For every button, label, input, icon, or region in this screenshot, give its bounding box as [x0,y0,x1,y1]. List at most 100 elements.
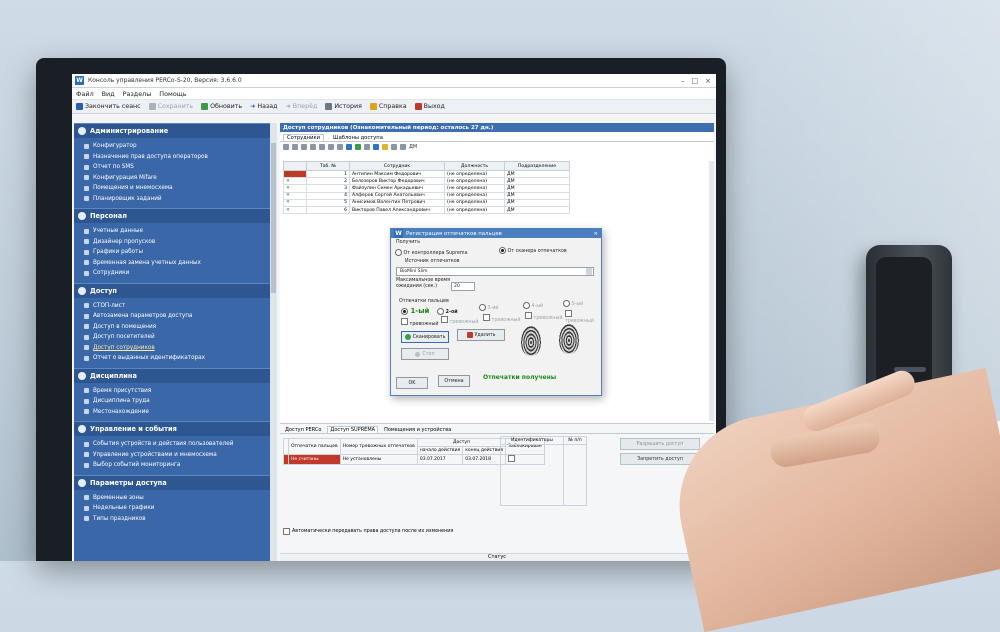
sidebar-item[interactable]: Конфигурация Mifare [84,173,270,184]
wait-input[interactable]: 20 [451,282,475,291]
grid-tool-icon[interactable] [337,144,343,150]
finger-3-radio[interactable]: 3-ий [479,304,499,311]
finger-1-radio[interactable]: 1-ый [401,307,429,315]
grid-tool-icon[interactable] [346,144,352,150]
sidebar-item[interactable]: Назначение прав доступа операторов [84,152,270,163]
sidebar-section-header[interactable]: Управление и события [74,421,270,436]
grant-access-button[interactable]: Разрешить доступ [620,438,700,450]
table-row[interactable]: ✕ 2 Белозеров Виктор Федорович (не определе… [283,177,570,186]
sidebar-section-header[interactable]: Администрирование [74,123,270,138]
grid-tool-icon[interactable] [301,144,307,150]
sidebar-item[interactable]: Время присутствия [84,386,270,397]
table-header-tabnum[interactable]: Таб. № [306,161,350,171]
dialog-close-icon[interactable]: × [593,231,601,237]
source-field[interactable]: BioMini Slim [396,267,594,276]
grid-tool-icon[interactable] [391,144,397,150]
sidebar-item[interactable]: Выбор событий мониторинга [84,460,270,471]
alarm-checkbox-3[interactable]: тревожный [483,314,520,323]
sidebar-item[interactable]: Доступ в помещения [84,322,270,333]
grid-tool-icon[interactable] [355,144,361,150]
lightning-icon[interactable] [382,144,388,150]
grid-tool-icon[interactable] [283,144,289,150]
tab-perco-access[interactable]: Доступ PERCo [283,427,323,433]
sidebar-section-header[interactable]: Доступ [74,282,270,298]
sidebar-item[interactable]: Конфигуратор [84,141,270,152]
sidebar-item[interactable]: Отчет о выданных идентификаторах [84,353,270,364]
sidebar-item[interactable]: Доступ сотрудников [84,343,270,354]
table-row[interactable]: ✕ 4 Алферов Сергей Анатольевич (не определе… [283,191,570,200]
sidebar-item[interactable]: Помещения и мнемосхема [84,183,270,194]
cancel-button[interactable]: Отмена [438,375,470,387]
refresh-button[interactable]: Обновить [201,103,242,110]
end-session-button[interactable]: Закончить сеанс [76,103,141,110]
sidebar-item[interactable]: Управление устройствами и мнемосхема [84,450,270,461]
close-icon[interactable]: × [705,77,711,85]
tab-access-templates[interactable]: Шаблоны доступа [330,135,386,141]
ok-button[interactable]: OK [396,377,428,389]
grid-tool-icon[interactable] [319,144,325,150]
alarm-checkbox-4[interactable]: тревожный [525,312,562,321]
sidebar-section-header[interactable]: Параметры доступа [74,474,270,490]
dropdown-icon[interactable] [586,268,592,275]
sidebar-item[interactable]: Недельные графики [84,503,270,514]
sidebar-item[interactable]: Доступ посетителей [84,332,270,343]
grid-tool-icon[interactable] [292,144,298,150]
arrow-right-icon[interactable] [373,144,379,150]
menu-file[interactable]: Файл [76,90,94,98]
sidebar-item[interactable]: Типы праздников [84,514,270,525]
sidebar-item[interactable]: Временные зоны [84,493,270,504]
menu-view[interactable]: Вид [102,90,115,98]
sidebar-item[interactable]: Временная замена учетных данных [84,258,270,269]
alarm-checkbox-2[interactable]: тревожный [441,316,478,325]
tab-rooms-devices[interactable]: Помещения и устройства [382,427,453,433]
menu-help[interactable]: Помощь [159,90,186,98]
sidebar-item[interactable]: Дисциплина труда [84,396,270,407]
table-row[interactable]: ✕ 6 Викторов Павел Александрович (не опреде… [283,205,570,215]
auto-transfer-row[interactable]: Автоматически передавать права доступа п… [283,528,453,535]
sidebar-scrollbar[interactable] [270,123,277,561]
forward-button[interactable]: ➜ Вперёд [286,103,318,110]
minimize-icon[interactable]: – [681,77,685,85]
scan-button[interactable]: Сканировать [401,331,449,343]
sidebar-item[interactable]: Дизайнер пропусков [84,237,270,248]
grid-tool-icon[interactable] [328,144,334,150]
sidebar-item[interactable]: Отчет по SMS [84,162,270,173]
tab-suprema-access[interactable]: Доступ SUPREMA [327,426,379,433]
grid-tool-icon[interactable] [364,144,370,150]
sidebar-item[interactable]: Учетные данные [84,226,270,237]
grid-tool-icon[interactable] [400,144,406,150]
history-button[interactable]: История [325,103,362,110]
table-header-position[interactable]: Должность [444,161,505,171]
deny-access-button[interactable]: Запретить доступ [620,453,700,465]
menu-sections[interactable]: Разделы [123,90,152,98]
sidebar-scroll-thumb[interactable] [271,143,276,293]
table-row[interactable]: ✕ 3 Файзулин Семен Аркадьевич (не определен… [283,184,570,193]
from-controller-radio[interactable]: От контроллера Suprema [395,249,468,256]
grid-tool-icon[interactable] [310,144,316,150]
delete-button[interactable]: Удалить [457,329,505,341]
sidebar-item[interactable]: События устройств и действия пользовател… [84,439,270,450]
finger-5-radio[interactable]: 5-ый [563,300,583,307]
sidebar-item[interactable]: СТОП-лист [84,301,270,312]
exit-button[interactable]: Выход [414,103,445,110]
from-scanner-radio[interactable]: От сканера отпечатков [499,247,567,254]
grid-scrollbar[interactable] [709,161,714,421]
auto-transfer-checkbox[interactable] [283,528,290,535]
alarm-checkbox-5[interactable]: тревожный [565,310,601,324]
maximize-icon[interactable]: □ [692,77,699,85]
table-row[interactable]: ✕ 5 Анисимов Валентин Петрович (не определе… [283,198,570,207]
sidebar-item[interactable]: Планировщик заданий [84,194,270,205]
sidebar-section-header[interactable]: Персонал [74,208,270,223]
finger-4-radio[interactable]: 4-ый [523,302,543,309]
back-button[interactable]: ➜ Назад [250,103,277,110]
sidebar-item[interactable]: Графики работы [84,247,270,258]
table-row[interactable]: ✕ 1 Антипин Максим Федорович (не определена… [283,169,570,179]
sidebar-item[interactable]: Сотрудники [84,268,270,279]
sidebar-item[interactable]: Автозамена параметров доступа [84,311,270,322]
stop-button[interactable]: Стоп [401,348,449,360]
save-button[interactable]: Сохранить [148,103,193,110]
table-header-employee[interactable]: Сотрудник [349,161,445,171]
table-header-department[interactable]: Подразделение [504,161,570,171]
finger-2-radio[interactable]: 2-ой [437,308,458,315]
alarm-checkbox-1[interactable]: тревожный [401,318,438,327]
